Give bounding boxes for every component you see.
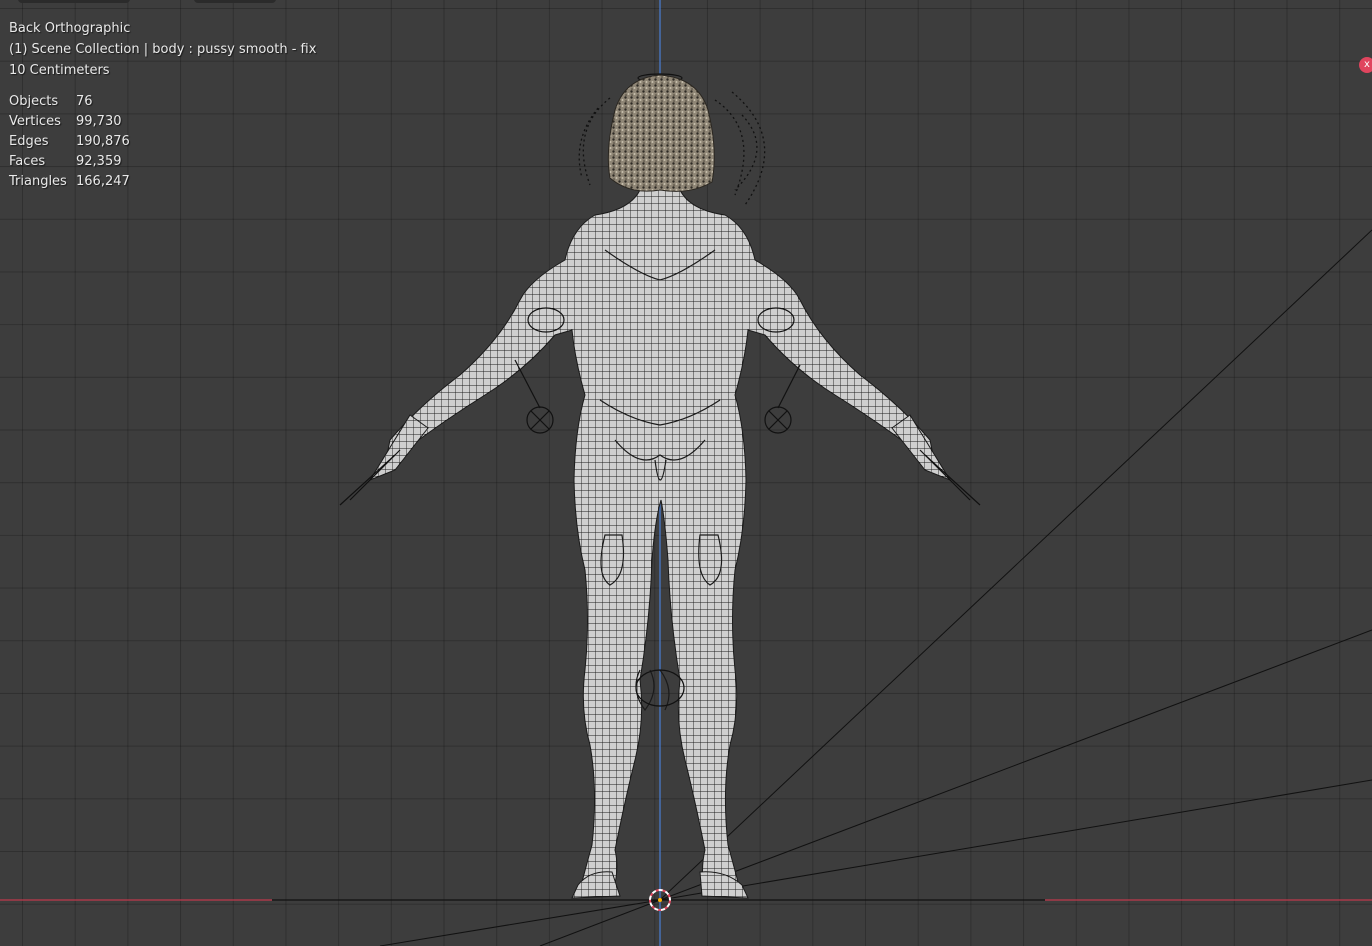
stat-value: 76 — [76, 94, 93, 109]
stat-row-faces: Faces 92,359 — [9, 152, 130, 172]
stat-value: 190,876 — [76, 134, 130, 149]
grid-scale: 10 Centimeters — [9, 63, 110, 78]
hair-mesh — [607, 74, 715, 192]
stat-value: 92,359 — [76, 154, 122, 169]
stat-label: Edges — [9, 134, 49, 149]
view-name: Back Orthographic — [9, 21, 131, 36]
stat-row-vertices: Vertices 99,730 — [9, 112, 130, 132]
stat-label: Triangles — [9, 174, 67, 189]
stat-row-edges: Edges 190,876 — [9, 132, 130, 152]
collection-info: (1) Scene Collection | body : pussy smoo… — [9, 42, 317, 57]
viewport-info-overlay: Back Orthographic (1) Scene Collection |… — [9, 18, 316, 81]
scene-statistics: Objects 76 Vertices 99,730 Edges 190,876… — [9, 92, 130, 192]
stat-value: 166,247 — [76, 174, 130, 189]
stat-row-triangles: Triangles 166,247 — [9, 172, 130, 192]
close-badge-icon[interactable]: x — [1359, 57, 1372, 73]
stat-label: Vertices — [9, 114, 61, 129]
stat-label: Objects — [9, 94, 59, 109]
stat-value: 99,730 — [76, 114, 122, 129]
3d-viewport[interactable]: Back Orthographic (1) Scene Collection |… — [0, 0, 1372, 946]
scene-canvas[interactable] — [0, 0, 1372, 946]
stat-label: Faces — [9, 154, 46, 169]
stat-row-objects: Objects 76 — [9, 92, 130, 112]
